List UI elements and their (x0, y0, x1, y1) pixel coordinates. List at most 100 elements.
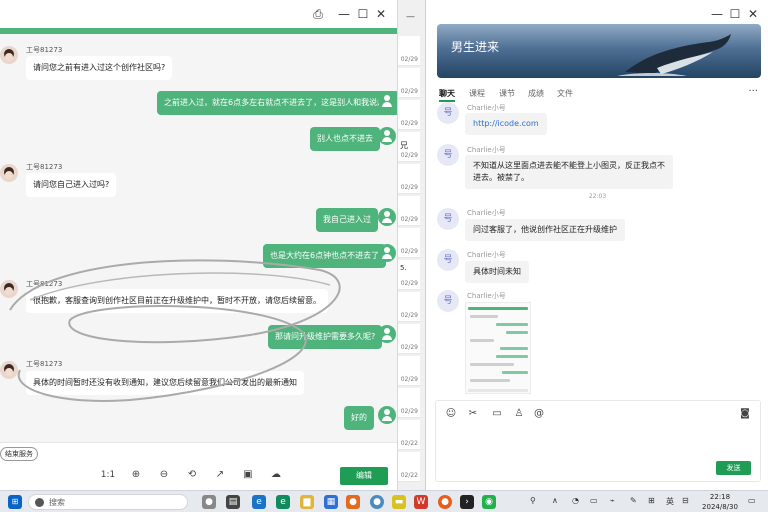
minimize-button[interactable]: — (709, 6, 725, 22)
minimize-button[interactable]: — (336, 6, 352, 22)
text-message: 具体时间未知 (465, 261, 529, 283)
wps-icon[interactable]: W (414, 495, 428, 509)
input-toolbar: ☺ ✂ ▭ ♙ @ ◙ (437, 406, 761, 424)
list-item[interactable]: 兄 02/29 (398, 132, 420, 162)
notification-icon[interactable]: ▭ (748, 496, 756, 505)
wechat-icon[interactable]: ◉ (482, 495, 496, 509)
maximize-button[interactable]: ☐ (727, 6, 743, 22)
list-item[interactable]: 02/29 (398, 228, 420, 258)
task-view-icon[interactable]: ▤ (226, 495, 240, 509)
open-external-icon[interactable]: ↗ (212, 467, 228, 483)
list-item[interactable]: 02/29 (398, 36, 420, 66)
battery-icon[interactable]: ▭ (590, 496, 598, 505)
maximize-button[interactable]: ☐ (355, 6, 371, 22)
pen-icon[interactable]: ✎ (630, 496, 637, 505)
agent-message: 请问您自己进入过吗? (26, 173, 117, 197)
tab-lessons[interactable]: 课节 (499, 88, 515, 99)
user-avatar (378, 208, 396, 226)
header-accent-bar (0, 28, 397, 34)
minimize-icon[interactable]: — (406, 12, 415, 22)
end-service-button[interactable]: 结束服务 (0, 447, 38, 461)
taskbar-search[interactable]: 搜索 (28, 494, 188, 510)
print-icon[interactable]: ⎙ (310, 6, 326, 22)
search-icon (35, 498, 44, 507)
list-item[interactable]: 5. 02/29 (398, 260, 420, 290)
background-chat-list: — 02/29 02/29 02/29 兄 02/29 02/29 02/29 0… (398, 0, 426, 490)
system-tray-icons[interactable]: ⚲ (530, 496, 536, 505)
tab-grades[interactable]: 成绩 (528, 88, 544, 99)
member-avatar: 号 (437, 102, 459, 124)
list-item[interactable]: 02/29 (398, 100, 420, 130)
rotate-icon[interactable]: ⟲ (184, 467, 200, 483)
member-avatar: 号 (437, 249, 459, 271)
group-title: 男生进来 (451, 40, 500, 54)
list-item[interactable]: 02/29 (398, 68, 420, 98)
windows-taskbar: ⊞ 搜索 ● ▤ e e ▆ ▦ ● ● ▬ W ● › ◉ ⚲ ∧ ◔ ▭ ⌁… (0, 490, 768, 512)
camera-icon[interactable]: ◙ (737, 406, 753, 422)
save-icon[interactable]: ▣ (240, 467, 256, 483)
member-avatar: 号 (437, 208, 459, 230)
microphone-icon[interactable]: ● (202, 495, 216, 509)
text-message: 问过客服了，他说创作社区正在升级维护 (465, 219, 625, 241)
edge-icon[interactable]: e (252, 495, 266, 509)
network-icon[interactable]: ◔ (572, 496, 579, 505)
screenshot-icon[interactable]: ✂ (465, 406, 481, 422)
ime-icon[interactable]: ⊟ (682, 496, 689, 505)
zoom-out-icon[interactable]: ⊖ (156, 467, 172, 483)
user-message: 别人也点不进去 (310, 127, 380, 151)
user-message: 之前进入过，就在6点多左右就点不进去了，这是别人和我说的。 (157, 91, 397, 115)
member-name: Charlie小号 (467, 292, 506, 300)
app-icon[interactable]: ● (370, 495, 384, 509)
chat-timestamp: 22:03 (588, 193, 607, 200)
send-button[interactable]: 发送 (716, 461, 751, 475)
message-line: 不知道从这里面点进去能不能登上小图灵，反正我点不 (473, 161, 665, 170)
language-icon[interactable]: ⊞ (648, 496, 655, 505)
terminal-icon[interactable]: › (460, 495, 474, 509)
user-avatar (378, 92, 396, 110)
list-item[interactable]: 02/22 (398, 452, 420, 482)
edit-button[interactable]: 编辑 (340, 467, 388, 485)
usb-icon[interactable]: ⌁ (610, 496, 615, 505)
show-hidden-icon[interactable]: ∧ (552, 496, 558, 505)
user-avatar (378, 127, 396, 145)
group-chat-window: — ☐ ✕ 男生进来 聊天 课程 课节 成绩 文件 ··· 号 Charlie小… (427, 0, 768, 490)
zoom-in-icon[interactable]: ⊕ (128, 467, 144, 483)
close-button[interactable]: ✕ (373, 6, 389, 22)
agent-name: 工号81273 (26, 46, 63, 54)
list-item[interactable]: 02/29 (398, 292, 420, 322)
firefox-icon[interactable]: ● (346, 495, 360, 509)
ime-mode[interactable]: 英 (666, 496, 674, 507)
contact-icon[interactable]: ♙ (511, 406, 527, 422)
file-explorer-icon[interactable]: ▆ (300, 495, 314, 509)
image-message-thumbnail[interactable] (465, 302, 531, 394)
start-icon[interactable]: ⊞ (8, 495, 22, 509)
member-name: Charlie小号 (467, 251, 506, 259)
upload-icon[interactable]: ☁ (268, 467, 284, 483)
list-item[interactable]: 02/29 (398, 196, 420, 226)
mention-icon[interactable]: @ (531, 406, 547, 422)
emoji-icon[interactable]: ☺ (443, 406, 459, 422)
folder-icon[interactable]: ▭ (489, 406, 505, 422)
list-item[interactable]: 02/29 (398, 324, 420, 354)
text-message: 不知道从这里面点进去能不能登上小图灵，反正我点不 进去。被禁了。 (465, 155, 673, 189)
list-item[interactable]: 02/29 (398, 164, 420, 194)
link-message[interactable]: http://icode.com (465, 113, 547, 135)
close-button[interactable]: ✕ (745, 6, 761, 22)
firefox-alt-icon[interactable]: ● (438, 495, 452, 509)
tab-files[interactable]: 文件 (557, 88, 573, 99)
search-placeholder: 搜索 (49, 498, 65, 507)
actual-size-button[interactable]: 1:1 (100, 467, 116, 483)
agent-avatar (0, 46, 18, 64)
tab-chat[interactable]: 聊天 (439, 88, 455, 102)
list-item[interactable]: 02/29 (398, 388, 420, 418)
list-item[interactable]: 02/22 (398, 420, 420, 450)
clock[interactable]: 22:18 2024/8/30 (700, 492, 740, 512)
notes-icon[interactable]: ▬ (392, 495, 406, 509)
list-item[interactable]: 02/29 (398, 356, 420, 386)
store-icon[interactable]: ▦ (324, 495, 338, 509)
edge-dev-icon[interactable]: e (276, 495, 290, 509)
clock-date: 2024/8/30 (702, 503, 738, 511)
tab-courses[interactable]: 课程 (469, 88, 485, 99)
whale-image (617, 34, 731, 76)
more-options-icon[interactable]: ··· (748, 86, 758, 97)
